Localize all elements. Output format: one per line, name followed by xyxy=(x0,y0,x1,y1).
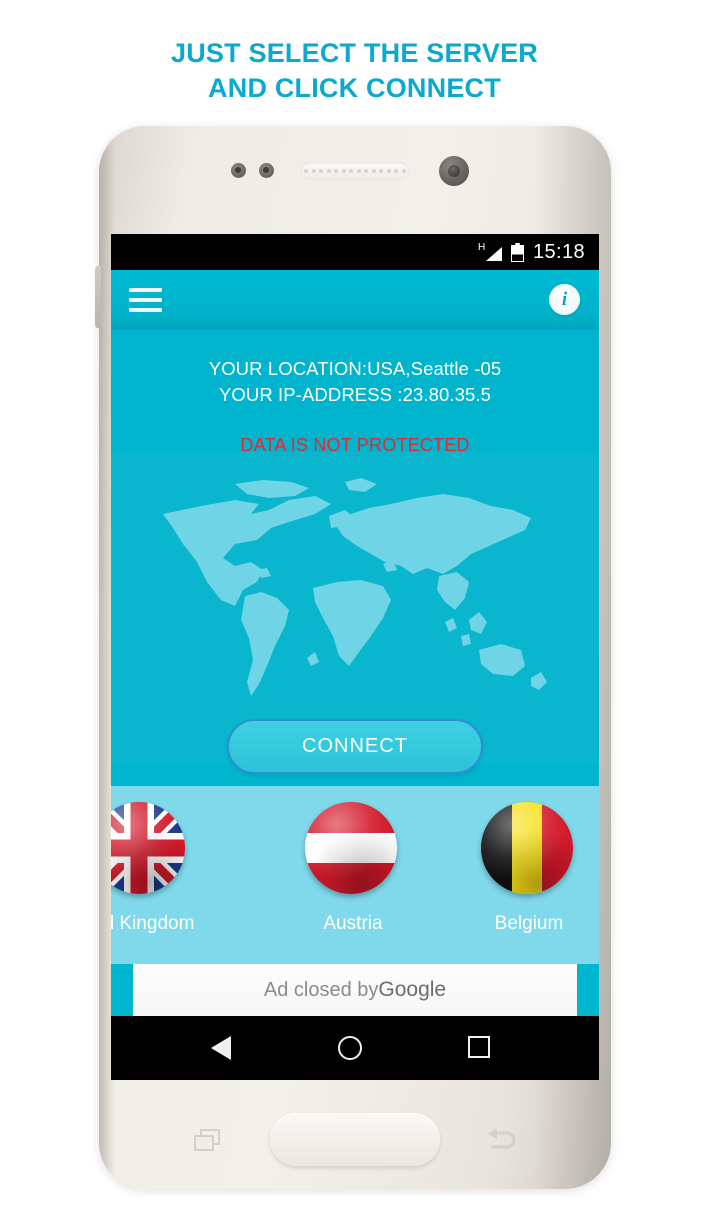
battery-icon xyxy=(510,242,524,262)
hw-recents-icon[interactable] xyxy=(194,1129,220,1151)
phone-top-sensors xyxy=(99,150,611,190)
connect-button[interactable]: CONNECT xyxy=(227,719,483,774)
earpiece-speaker-icon xyxy=(301,162,409,180)
status-bar-clock: 15:18 xyxy=(532,240,585,263)
phone-screen: H 15:18 i YOUR LOCATION:USA,Seattle -05 … xyxy=(111,234,599,1080)
proximity-sensor-icon xyxy=(231,163,246,178)
app-bar: i xyxy=(111,270,599,330)
ad-banner-brand: Google xyxy=(378,978,447,1001)
server-label: Belgium xyxy=(494,913,564,934)
austria-flag-icon xyxy=(305,802,397,894)
world-map-panel xyxy=(111,452,599,764)
hw-home-button[interactable] xyxy=(270,1113,440,1166)
server-label: Austria xyxy=(323,913,383,934)
server-label: ed Kingdom xyxy=(111,913,195,934)
front-camera-icon xyxy=(439,156,469,186)
united-kingdom-flag-icon xyxy=(111,802,185,894)
signal-triangle-icon: H xyxy=(477,242,502,261)
back-triangle-icon[interactable] xyxy=(211,1036,231,1060)
recents-square-icon[interactable] xyxy=(468,1036,490,1058)
network-type-label: H xyxy=(477,242,486,253)
light-sensor-icon xyxy=(259,163,274,178)
current-ip-text: YOUR IP-ADDRESS :23.80.35.5 xyxy=(218,384,492,406)
page-title-line-1: JUST SELECT THE SERVER xyxy=(171,38,538,68)
ad-banner-text: Ad closed by xyxy=(263,978,379,1001)
hamburger-menu-icon[interactable] xyxy=(129,288,162,313)
server-list-panel: ed Kingdom Austria xyxy=(111,786,599,964)
server-item[interactable]: Austria xyxy=(305,802,401,935)
belgium-flag-icon xyxy=(481,802,573,894)
server-item[interactable]: ed Kingdom xyxy=(111,802,195,935)
hw-back-icon[interactable] xyxy=(485,1127,519,1153)
phone-mockup: H 15:18 i YOUR LOCATION:USA,Seattle -05 … xyxy=(95,126,611,1189)
home-circle-icon[interactable] xyxy=(338,1036,362,1060)
world-map-icon xyxy=(163,478,547,696)
server-item[interactable]: Belgium xyxy=(481,802,577,935)
ad-banner[interactable]: Ad closed by Google xyxy=(133,964,577,1016)
info-icon[interactable]: i xyxy=(549,284,580,315)
current-location-text: YOUR LOCATION:USA,Seattle -05 xyxy=(208,358,502,379)
connection-info-block: YOUR LOCATION:USA,Seattle -05 YOUR IP-AD… xyxy=(111,330,599,455)
status-bar: H 15:18 xyxy=(111,234,599,270)
phone-hardware-buttons xyxy=(99,1109,611,1171)
phone-side-button[interactable] xyxy=(95,266,101,328)
page-title-line-2: AND CLICK CONNECT xyxy=(208,72,501,103)
android-navigation-bar xyxy=(111,1016,599,1080)
page-title: JUST SELECT THE SERVER AND CLICK CONNECT xyxy=(0,36,709,105)
